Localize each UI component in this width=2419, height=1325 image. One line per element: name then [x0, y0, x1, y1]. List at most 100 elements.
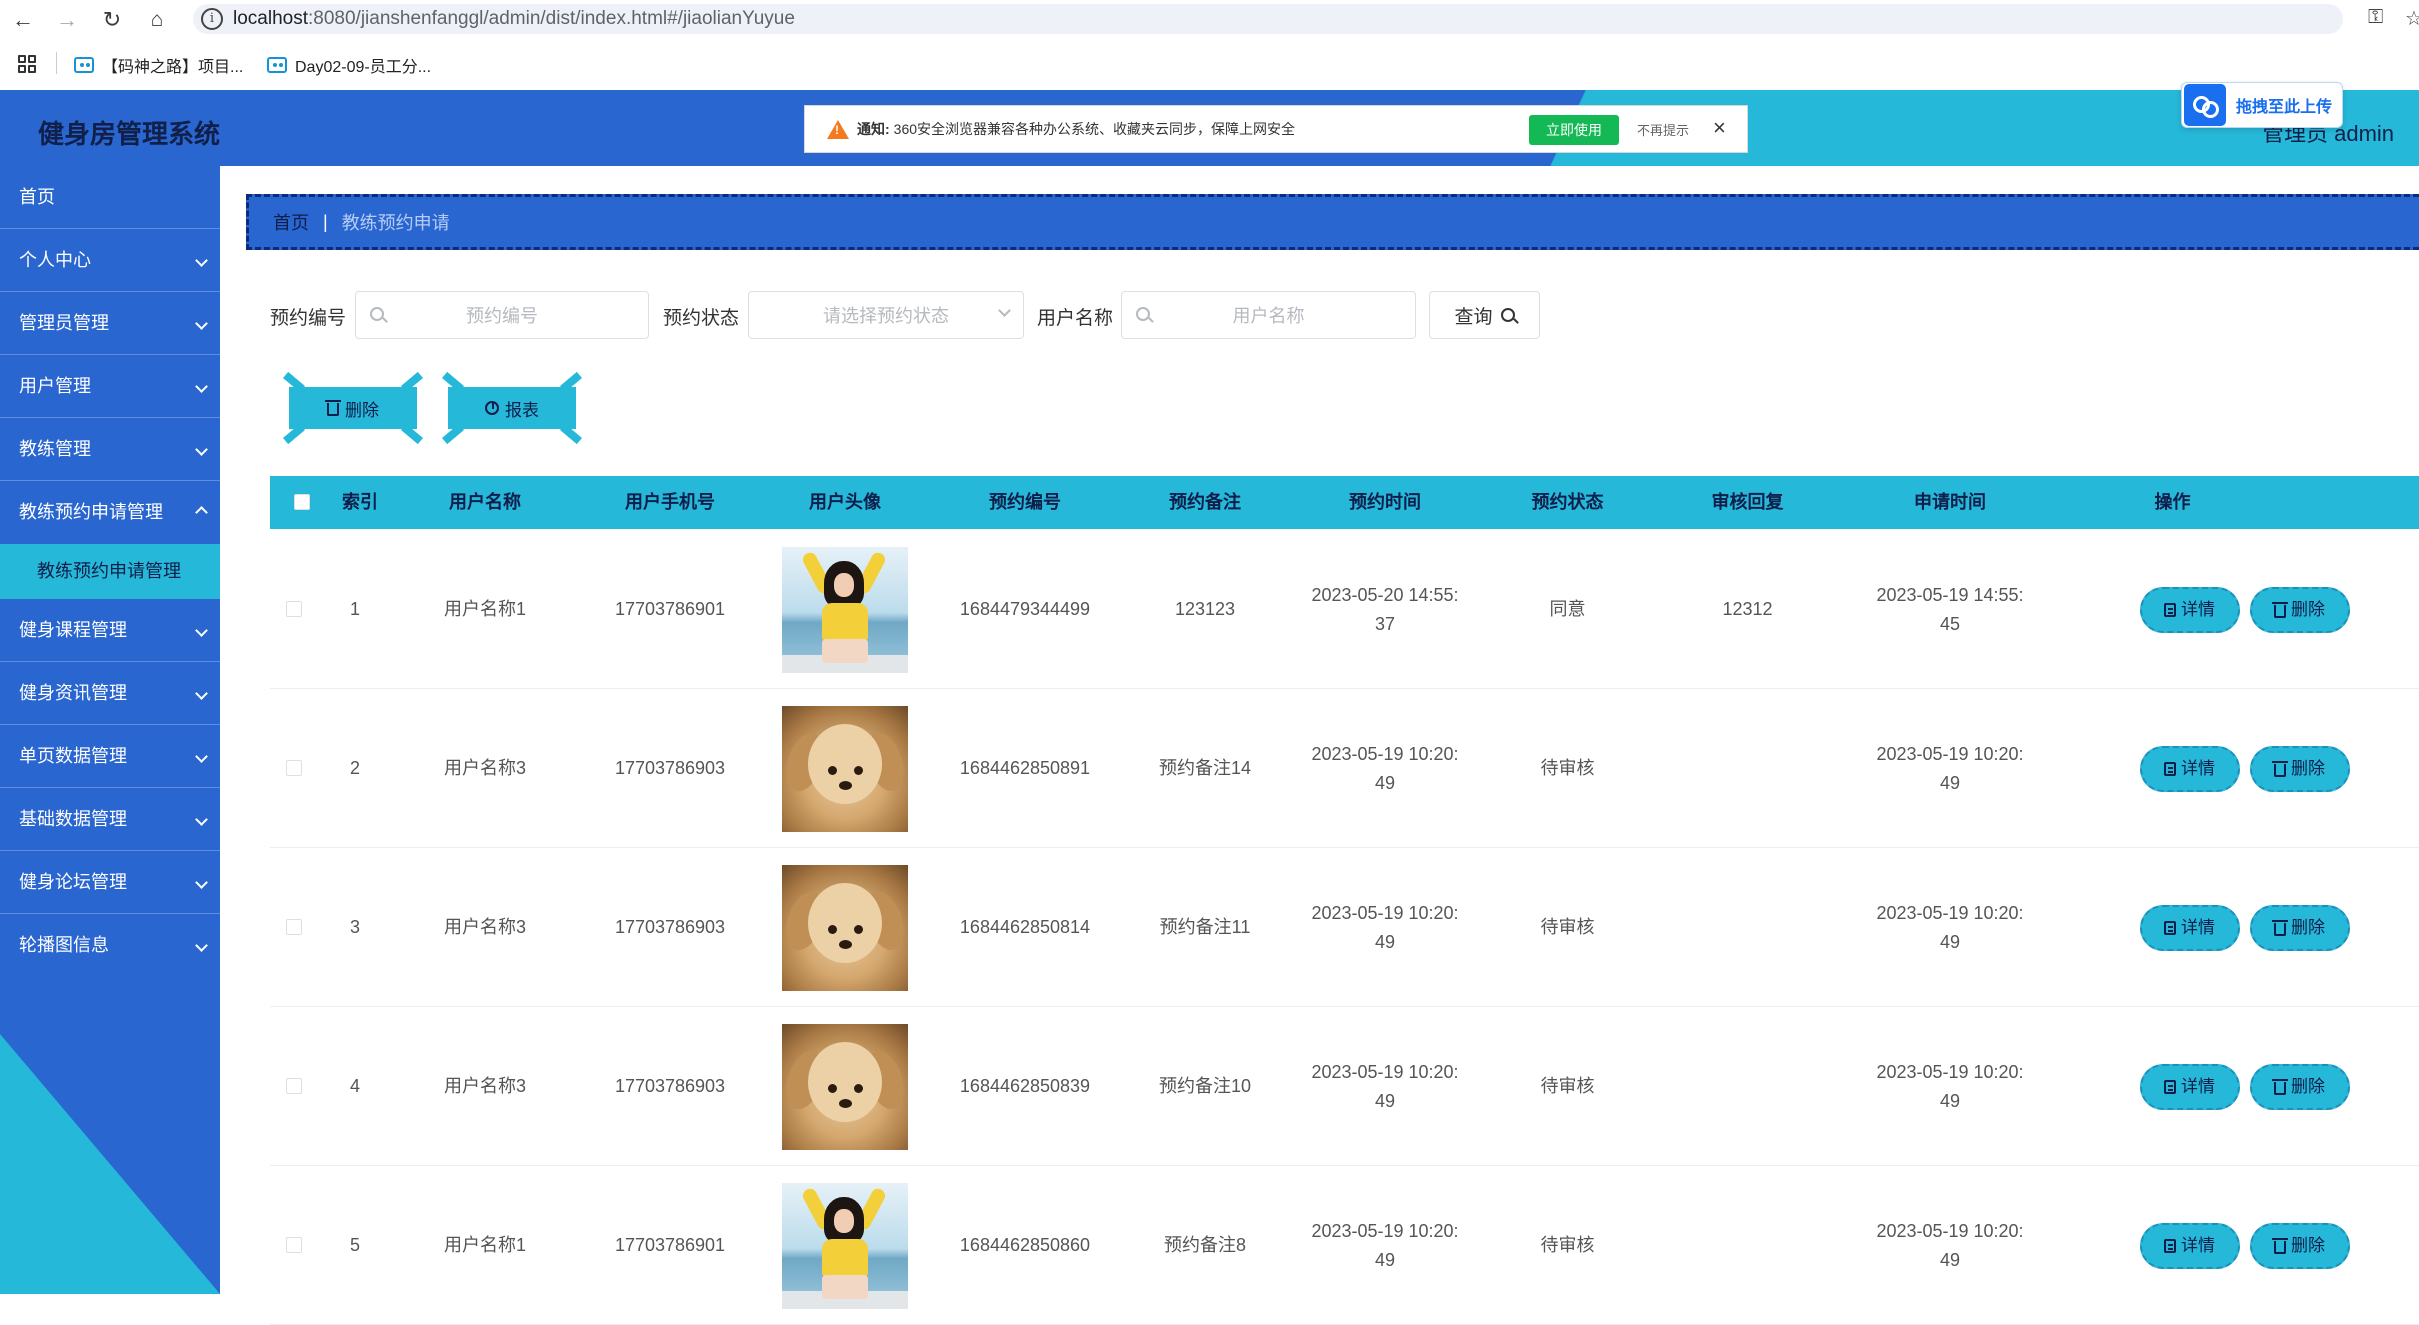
sidebar-item-base-data[interactable]: 基础数据管理: [0, 788, 220, 851]
order-number-input[interactable]: 预约编号: [355, 291, 649, 339]
back-icon[interactable]: ←: [6, 3, 40, 37]
delete-label: 删除: [2291, 1236, 2325, 1255]
row-checkbox[interactable]: [286, 760, 302, 776]
datetime-line: 2023-05-19 14:55:: [1876, 584, 2024, 605]
order-number-label: 预约编号: [270, 308, 347, 329]
avatar-girl-photo: [782, 546, 908, 673]
query-button[interactable]: 查询: [1429, 291, 1540, 339]
sidebar-item-news[interactable]: 健身资讯管理: [0, 662, 220, 725]
detail-button[interactable]: 详情: [2139, 1063, 2240, 1110]
row-checkbox[interactable]: [286, 919, 302, 935]
detail-button[interactable]: 详情: [2139, 586, 2240, 633]
bookmark-item[interactable]: Day02-09-员工分...: [267, 53, 431, 77]
sidebar-item-label: 教练预约申请管理: [19, 502, 163, 522]
delete-button[interactable]: 删除: [2249, 745, 2350, 792]
avatar-puppy-photo: [782, 1023, 908, 1150]
datetime-line: 37: [1374, 613, 1396, 634]
sidebar-item-label: 管理员管理: [19, 313, 109, 333]
row-checkbox[interactable]: [286, 1078, 302, 1094]
cell-apply-time: 2023-05-19 10:20: 49: [1850, 848, 2050, 1007]
cell-booking-time: 2023-05-19 10:20: 49: [1280, 848, 1490, 1007]
booking-status-select[interactable]: 请选择预约状态: [748, 291, 1024, 339]
row-checkbox[interactable]: [286, 1237, 302, 1253]
cell-user: 用户名称1: [443, 599, 526, 619]
cell-actions: 详情 删除: [2070, 530, 2419, 689]
sidebar-item-single-page[interactable]: 单页数据管理: [0, 725, 220, 788]
reload-icon[interactable]: ↻: [95, 3, 129, 37]
sidebar-item-coach-booking[interactable]: 教练预约申请管理: [0, 481, 220, 544]
home-icon[interactable]: ⌂: [140, 3, 174, 37]
cell-reply: [1645, 689, 1850, 848]
sidebar-item-profile[interactable]: 个人中心: [0, 229, 220, 292]
cell-reply: [1645, 848, 1850, 1007]
sidebar-item-coaches[interactable]: 教练管理: [0, 418, 220, 481]
table-row: 4 用户名称3 17703786903 1684462850839 预约备注10 2023…: [270, 1007, 2419, 1166]
cell-status: 待审核: [1540, 917, 1595, 937]
sidebar-item-admins[interactable]: 管理员管理: [0, 292, 220, 355]
datetime-line: 2023-05-19 10:20:: [1311, 1220, 1459, 1241]
sidebar-item-label: 健身课程管理: [19, 620, 127, 640]
detail-button[interactable]: 详情: [2139, 745, 2240, 792]
sidebar-item-home[interactable]: 首页: [0, 166, 220, 229]
delete-button[interactable]: 删除: [2249, 1063, 2350, 1110]
password-key-icon[interactable]: ⚿: [2368, 6, 2383, 29]
delete-button[interactable]: 删除: [2249, 904, 2350, 951]
cell-phone: 17703786901: [614, 599, 726, 619]
bookmark-star-icon[interactable]: ☆: [2405, 6, 2419, 31]
use-now-button[interactable]: 立即使用: [1529, 115, 1619, 145]
detail-label: 详情: [2181, 1236, 2215, 1255]
close-icon[interactable]: ×: [1713, 115, 1726, 141]
bookmark-item[interactable]: 【码神之路】项目...: [74, 53, 243, 77]
avatar-holder: [782, 705, 908, 832]
avatar-puppy-photo: [782, 864, 908, 991]
cell-phone: 17703786903: [614, 917, 726, 937]
user-name-placeholder: 用户名称: [1232, 306, 1305, 326]
bookmarks-divider: [56, 52, 57, 74]
sidebar-item-forum[interactable]: 健身论坛管理: [0, 851, 220, 914]
sidebar-item-users[interactable]: 用户管理: [0, 355, 220, 418]
sidebar-item-carousel[interactable]: 轮播图信息: [0, 914, 220, 977]
sidebar-item-courses[interactable]: 健身课程管理: [0, 599, 220, 662]
breadcrumb-current: 教练预约申请: [341, 213, 450, 233]
cell-order: 1684462850891: [959, 758, 1091, 778]
browser-address-bar: ← → ↻ ⌂ i localhost:8080/jianshenfanggl/…: [0, 0, 2419, 38]
avatar-frame: [782, 1182, 908, 1309]
apps-grid-icon[interactable]: [18, 55, 36, 73]
dont-show-again-link[interactable]: 不再提示: [1637, 120, 1689, 139]
cell-remark: 预约备注14: [1158, 758, 1252, 778]
breadcrumb: 首页 | 教练预约申请: [246, 194, 2419, 250]
drag-upload-widget[interactable]: 拖拽至此上传: [2181, 82, 2343, 128]
sidebar-subitem-coach-booking-manage[interactable]: 教练预约申请管理: [0, 544, 220, 599]
datetime-line: 2023-05-19 10:20:: [1876, 902, 2024, 923]
row-checkbox[interactable]: [286, 601, 302, 617]
sidebar-item-label: 首页: [19, 187, 55, 207]
forward-icon[interactable]: →: [50, 3, 84, 37]
report-button[interactable]: 报表: [442, 371, 582, 445]
cell-actions: 详情 删除: [2070, 848, 2419, 1007]
cell-reply: [1645, 1166, 1850, 1325]
delete-button[interactable]: 删除: [2249, 586, 2350, 633]
cell-actions: 详情 删除: [2070, 1166, 2419, 1325]
cell-index: 5: [350, 1235, 361, 1255]
cell-index: 1: [350, 599, 361, 619]
bookmark-label: Day02-09-员工分...: [295, 59, 432, 76]
cell-apply-time: 2023-05-19 14:55: 45: [1850, 530, 2050, 689]
url-field[interactable]: i localhost:8080/jianshenfanggl/admin/di…: [193, 4, 2343, 34]
delete-button[interactable]: 删除: [2249, 1222, 2350, 1269]
cell-avatar: [770, 1007, 920, 1166]
detail-label: 详情: [2181, 600, 2215, 619]
detail-button[interactable]: 详情: [2139, 904, 2240, 951]
user-name-input[interactable]: 用户名称: [1121, 291, 1416, 339]
avatar-frame: [782, 864, 908, 991]
avatar-holder: [782, 864, 908, 991]
select-all-checkbox[interactable]: [294, 494, 310, 510]
cell-user: 用户名称3: [443, 917, 526, 937]
cell-booking-time: 2023-05-20 14:55: 37: [1280, 530, 1490, 689]
chevron-down-icon: [998, 304, 1011, 317]
site-info-icon[interactable]: i: [201, 8, 223, 30]
bilibili-tv-icon: [74, 57, 94, 73]
avatar-holder: [782, 1023, 908, 1150]
bulk-delete-button[interactable]: 删除: [283, 371, 423, 445]
breadcrumb-home[interactable]: 首页: [273, 209, 309, 235]
detail-button[interactable]: 详情: [2139, 1222, 2240, 1269]
